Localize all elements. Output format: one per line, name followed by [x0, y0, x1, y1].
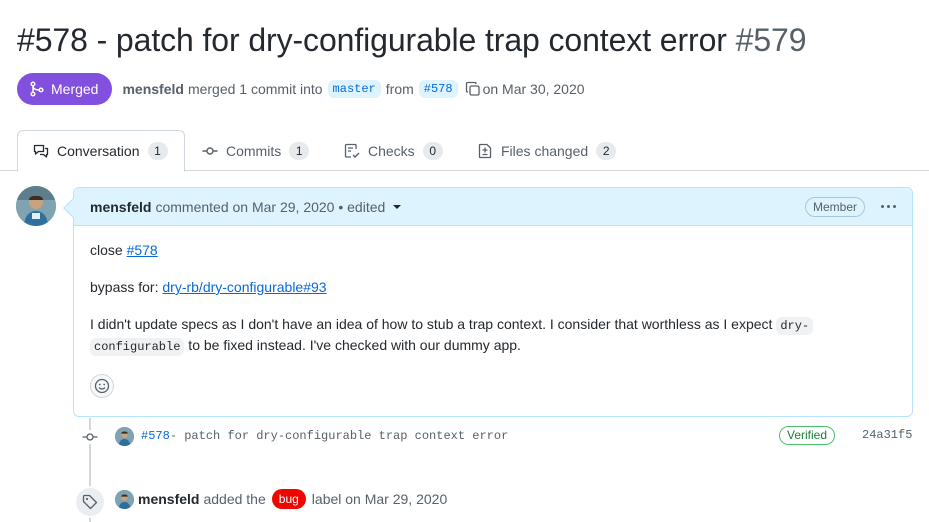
- pr-title: #578 - patch for dry-configurable trap c…: [17, 22, 807, 59]
- tag-icon: [74, 486, 106, 518]
- verified-badge[interactable]: Verified: [779, 426, 836, 445]
- merge-text: merged 1 commit into: [187, 81, 323, 97]
- commit-message-link[interactable]: - patch for dry-configurable trap contex…: [170, 429, 508, 443]
- tab-conversation-label: Conversation: [57, 143, 140, 159]
- from-text: from: [385, 81, 414, 97]
- tab-commits-count: 1: [289, 141, 310, 160]
- add-reaction-button[interactable]: [90, 374, 114, 398]
- tab-checks[interactable]: Checks 0: [344, 130, 443, 171]
- avatar[interactable]: [115, 490, 134, 509]
- inline-code: configurable: [90, 338, 185, 356]
- comment-header: mensfeld commented on Mar 29, 2020 • edi…: [74, 188, 912, 226]
- dry-configurable-link[interactable]: dry-rb/dry-configurable#93: [162, 279, 326, 295]
- label-event: mensfeld added the bug label on Mar 29, …: [138, 489, 447, 509]
- commit-item: #578 - patch for dry-configurable trap c…: [141, 426, 508, 446]
- git-merge-icon: [30, 81, 44, 97]
- smiley-icon: [94, 378, 110, 394]
- kebab-horizontal-icon[interactable]: [881, 198, 896, 214]
- tab-commits-label: Commits: [226, 142, 282, 159]
- tab-checks-label: Checks: [368, 142, 415, 159]
- merged-state-badge: Merged: [17, 73, 113, 105]
- tab-checks-count: 0: [422, 141, 443, 160]
- pr-author-link[interactable]: mensfeld: [122, 81, 183, 97]
- head-branch[interactable]: #578: [418, 80, 458, 98]
- avatar[interactable]: [115, 427, 134, 446]
- comment-line-bypass: bypass for: dry-rb/dry-configurable#93: [90, 279, 327, 295]
- comment-line-text-2: configurable to be fixed instead. I've c…: [90, 335, 521, 358]
- git-commit-icon: [82, 430, 98, 444]
- member-badge: Member: [804, 197, 865, 217]
- pr-tabs: Conversation 1 Commits 1 Checks 0 Files …: [0, 130, 929, 172]
- label-event-date: label on Mar 29, 2020: [311, 491, 448, 507]
- pr-meta: Merged mensfeld merged 1 commit into mas…: [17, 73, 585, 105]
- copy-icon[interactable]: [465, 81, 481, 97]
- avatar[interactable]: [16, 186, 56, 226]
- pr-number: #579: [735, 22, 807, 58]
- comment-box: mensfeld commented on Mar 29, 2020 • edi…: [63, 187, 913, 417]
- comment-author-link[interactable]: mensfeld: [90, 199, 151, 215]
- comment-line-text: I didn't update specs as I don't have an…: [90, 314, 814, 337]
- pr-title-text: #578 - patch for dry-configurable trap c…: [17, 22, 727, 58]
- merge-date: on Mar 30, 2020: [482, 81, 585, 97]
- tab-conversation[interactable]: Conversation 1: [17, 130, 185, 172]
- label-event-text: added the: [203, 491, 266, 507]
- comment-line-close: close #578: [90, 242, 158, 258]
- checklist-icon: [344, 143, 360, 158]
- tab-files-changed-count: 2: [596, 141, 617, 160]
- comment-meta[interactable]: commented on Mar 29, 2020 • edited: [155, 199, 385, 215]
- inline-code: dry-: [776, 317, 814, 335]
- commit-sha-link[interactable]: 24a31f5: [862, 428, 912, 442]
- file-diff-icon: [478, 143, 492, 158]
- label-event-author-link[interactable]: mensfeld: [138, 491, 199, 507]
- git-commit-icon: [202, 146, 218, 155]
- tab-commits[interactable]: Commits 1: [202, 130, 310, 171]
- tab-files-changed[interactable]: Files changed 2: [477, 130, 617, 171]
- commit-ref-link[interactable]: #578: [141, 429, 170, 443]
- tab-files-changed-label: Files changed: [501, 142, 589, 159]
- comment-discussion-icon: [33, 144, 49, 158]
- base-branch[interactable]: master: [327, 80, 381, 98]
- chevron-down-icon[interactable]: [393, 204, 402, 209]
- merged-state-label: Merged: [51, 81, 99, 97]
- tab-conversation-count: 1: [147, 142, 168, 160]
- bug-label[interactable]: bug: [271, 489, 306, 509]
- issue-link-578[interactable]: #578: [127, 242, 158, 258]
